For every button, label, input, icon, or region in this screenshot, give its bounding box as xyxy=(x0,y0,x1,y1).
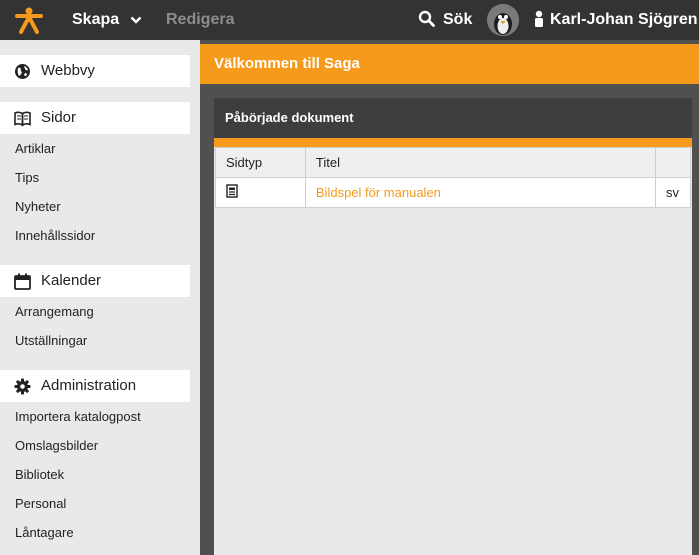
user-icon xyxy=(535,10,543,27)
document-title-link[interactable]: Bildspel för manualen xyxy=(304,177,657,208)
sidebar-section-kalender[interactable]: Kalender xyxy=(0,265,190,297)
document-icon xyxy=(226,184,238,198)
sidebar-section-webbvy[interactable]: Webbvy xyxy=(0,55,190,87)
create-menu-label: Skapa xyxy=(72,11,120,28)
sidebar-section-label: Sidor xyxy=(41,109,77,126)
search-icon xyxy=(418,10,435,27)
sidebar-section-label: Webbvy xyxy=(41,62,95,79)
edit-menu[interactable]: Redigera xyxy=(166,0,234,40)
book-icon xyxy=(14,111,31,127)
welcome-banner: Välkommen till Saga xyxy=(200,44,699,84)
sidebar-section-label: Kalender xyxy=(41,272,102,289)
sidebar-item-arrangemang[interactable]: Arrangemang xyxy=(15,302,94,322)
column-header-titel[interactable]: Titel xyxy=(304,147,657,178)
search-button[interactable]: Sök xyxy=(418,0,472,40)
started-documents-panel: Påbörjade dokument Sidtyp Titel Bildspel… xyxy=(214,98,692,555)
page-type-cell xyxy=(215,177,306,208)
chevron-down-icon xyxy=(130,16,141,24)
sidebar-item-personal[interactable]: Personal xyxy=(15,494,66,514)
sidebar-item-tips[interactable]: Tips xyxy=(15,168,39,188)
panel-accent-bar xyxy=(214,138,692,147)
create-menu[interactable]: Skapa xyxy=(72,0,142,40)
gear-icon xyxy=(14,378,31,395)
table-row[interactable]: Bildspel för manualen sv xyxy=(215,177,691,208)
sidebar-item-innehallssidor[interactable]: Innehållssidor xyxy=(15,226,95,246)
language-cell: sv xyxy=(655,177,691,208)
penguin-avatar-icon xyxy=(487,4,519,36)
sidebar-item-artiklar[interactable]: Artiklar xyxy=(15,139,55,159)
sidebar: Webbvy Sidor Artiklar Tips Nyheter Inneh… xyxy=(0,40,200,555)
globe-icon xyxy=(15,64,30,79)
documents-table: Sidtyp Titel Bildspel för manualen sv xyxy=(215,147,691,208)
user-name: Karl-Johan Sjögren xyxy=(550,11,698,28)
top-bar: Skapa Redigera Sök Karl-Johan Sjögren xyxy=(0,0,699,40)
avatar[interactable] xyxy=(487,4,519,36)
column-header-language xyxy=(655,147,691,178)
sidebar-section-sidor[interactable]: Sidor xyxy=(0,102,190,134)
panel-title: Påbörjade dokument xyxy=(214,98,692,138)
sidebar-section-label: Administration xyxy=(41,377,137,394)
table-header-row: Sidtyp Titel xyxy=(215,147,691,178)
saga-logo-icon[interactable] xyxy=(14,6,44,36)
sidebar-item-omslagsbilder[interactable]: Omslagsbilder xyxy=(15,436,98,456)
user-menu[interactable]: Karl-Johan Sjögren xyxy=(534,0,698,40)
calendar-icon xyxy=(14,273,31,290)
main-content: Välkommen till Saga Påbörjade dokument S… xyxy=(200,40,699,555)
sidebar-item-nyheter[interactable]: Nyheter xyxy=(15,197,61,217)
column-header-sidtyp[interactable]: Sidtyp xyxy=(215,147,306,178)
sidebar-item-importera-katalogpost[interactable]: Importera katalogpost xyxy=(15,407,141,427)
sidebar-item-lantagare[interactable]: Låntagare xyxy=(15,523,74,543)
sidebar-item-utstallningar[interactable]: Utställningar xyxy=(15,331,87,351)
sidebar-item-bibliotek[interactable]: Bibliotek xyxy=(15,465,64,485)
sidebar-section-administration[interactable]: Administration xyxy=(0,370,190,402)
search-label: Sök xyxy=(443,11,473,28)
